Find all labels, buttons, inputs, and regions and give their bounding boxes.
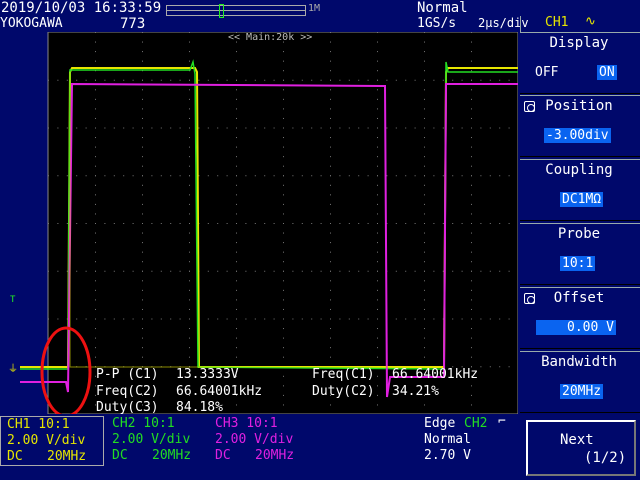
- measurement-label: Freq(C1): [312, 367, 375, 382]
- measurement-value: 84.18%: [176, 400, 223, 415]
- trigger-type: Edge: [424, 416, 456, 431]
- measurement-label: P-P (C1): [96, 367, 159, 382]
- display-off-option[interactable]: OFF: [535, 65, 558, 80]
- record-position-bar[interactable]: [166, 4, 306, 18]
- measurement-value: 66.64001kHz: [176, 384, 263, 399]
- position-menu[interactable]: Position -3.00div: [520, 95, 640, 157]
- datetime: 2019/10/03 16:33:59: [1, 0, 162, 16]
- offset-value[interactable]: 0.00 V: [536, 320, 616, 335]
- menu-channel-label: CH1: [545, 15, 569, 30]
- measurement-label: Duty(C2): [312, 384, 375, 399]
- sine-wave-icon: ∿: [585, 14, 596, 29]
- measurement-label: Duty(C3): [96, 400, 159, 415]
- bandwidth-menu[interactable]: Bandwidth 20MHz: [520, 351, 640, 413]
- ch3-scale: 2.00 V/div: [215, 432, 294, 447]
- ch1-scale: 2.00 V/div: [7, 433, 86, 448]
- ch2-scale: 2.00 V/div: [112, 432, 191, 447]
- ch2-coupling: DC: [112, 448, 128, 463]
- ch1-info[interactable]: CH1 10:1 2.00 V/div DC 20MHz: [0, 416, 104, 466]
- acquisition-count: 773: [120, 16, 146, 32]
- trigger-level-marker: T: [10, 295, 16, 305]
- coupling-menu[interactable]: Coupling DC1MΩ: [520, 159, 640, 221]
- coupling-value[interactable]: DC1MΩ: [560, 192, 604, 207]
- record-length: 1M: [308, 3, 321, 14]
- sample-rate: 1GS/s: [417, 16, 457, 31]
- measurement-value: 13.3333V: [176, 367, 239, 382]
- waveform-graticule: T ⏚: [8, 31, 519, 418]
- trigger-source: CH2: [464, 416, 488, 431]
- coupling-title: Coupling: [545, 162, 613, 178]
- ch1-bandwidth: 20MHz: [47, 449, 87, 464]
- probe-menu[interactable]: Probe 10:1: [520, 223, 640, 285]
- trigger-mode-status: Normal: [417, 0, 468, 16]
- probe-value[interactable]: 10:1: [560, 256, 596, 271]
- position-value[interactable]: -3.00div: [544, 128, 611, 143]
- zoom-label: << Main:20k >>: [228, 32, 313, 43]
- offset-title: Offset: [553, 290, 605, 306]
- position-title: Position: [545, 98, 613, 114]
- next-label: Next: [560, 432, 594, 448]
- bandwidth-title: Bandwidth: [541, 354, 617, 370]
- next-page: (1/2): [584, 450, 627, 466]
- offset-menu[interactable]: Offset 0.00 V: [520, 287, 640, 349]
- brand: YOKOGAWA: [0, 16, 63, 31]
- ch2-bandwidth: 20MHz: [152, 448, 192, 463]
- record-position-marker[interactable]: [219, 4, 224, 18]
- display-title: Display: [549, 35, 609, 51]
- ch1-coupling: DC: [7, 449, 23, 464]
- waveform-display[interactable]: T ⏚ << Main:20k >> P-P (C1) 13.3333V Fre…: [0, 31, 519, 418]
- trigger-level: 2.70 V: [424, 448, 471, 463]
- bandwidth-value[interactable]: 20MHz: [560, 384, 604, 399]
- rising-edge-icon: ⌐: [498, 414, 506, 429]
- ch3-name: CH3 10:1: [215, 416, 278, 431]
- next-button[interactable]: Next (1/2): [526, 420, 636, 476]
- measurement-value: 66.64001kHz: [392, 367, 479, 382]
- trigger-mode: Normal: [424, 432, 471, 447]
- probe-title: Probe: [557, 226, 601, 242]
- ch2-name: CH2 10:1: [112, 416, 175, 431]
- ch3-coupling: DC: [215, 448, 231, 463]
- channel-menu-header: CH1 ∿: [520, 14, 640, 32]
- display-menu[interactable]: Display OFF ON: [520, 32, 640, 94]
- ch1-ground-marker: ⏚: [8, 363, 18, 375]
- measurement-label: Freq(C2): [96, 384, 159, 399]
- measurement-value: 34.21%: [392, 384, 439, 399]
- ch1-name: CH1 10:1: [7, 417, 70, 432]
- ch3-bandwidth: 20MHz: [255, 448, 295, 463]
- display-on-option[interactable]: ON: [597, 65, 617, 80]
